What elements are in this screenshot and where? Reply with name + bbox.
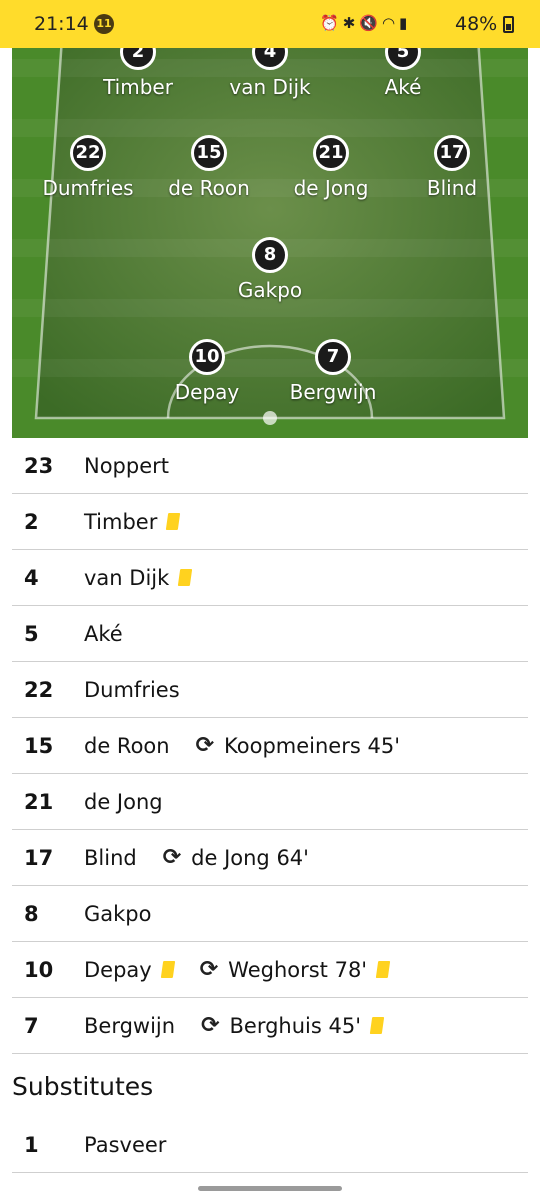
player-name: Depay — [84, 957, 152, 982]
lineup-row[interactable]: 10 Depay ⟳ Weghorst 78' — [12, 942, 528, 998]
substitution-icon: ⟳ — [201, 1013, 220, 1038]
lineup-row[interactable]: 17 Blind ⟳ de Jong 64' — [12, 830, 528, 886]
home-indicator[interactable] — [198, 1186, 342, 1191]
player-name: de Jong — [293, 176, 369, 200]
shirt-number: 10 — [24, 957, 54, 982]
status-time: 21:14 — [34, 13, 89, 35]
player-name: Noppert — [84, 453, 170, 478]
shirt-number: 23 — [24, 453, 54, 478]
substitute-name: Berghuis 45' — [229, 1013, 362, 1038]
player-number-badge: 5 — [385, 48, 421, 70]
player-name: Gakpo — [84, 901, 152, 926]
status-bar: 21:14 11 ⏰✱🔇◠▮ 48% — [0, 0, 540, 48]
lineup-row[interactable]: 4 van Dijk — [12, 550, 528, 606]
shirt-number: 22 — [24, 677, 54, 702]
player-name: van Dijk — [84, 565, 170, 590]
player-name: Blind — [84, 845, 137, 870]
player-number-badge: 17 — [434, 135, 470, 171]
player-name: de Roon — [84, 733, 170, 758]
player-name: Dumfries — [42, 176, 134, 200]
yellow-card-icon — [178, 569, 193, 586]
lineup-row[interactable]: 5 Aké — [12, 606, 528, 662]
player-name: Blind — [426, 176, 478, 200]
status-icons: ⏰✱🔇◠▮ — [320, 14, 411, 32]
shirt-number: 7 — [24, 1013, 39, 1038]
shirt-number: 15 — [24, 733, 54, 758]
lineup-row[interactable]: 2 Timber — [12, 494, 528, 550]
shirt-number: 5 — [24, 621, 39, 646]
player-name: de Roon — [168, 176, 250, 200]
substitution-icon: ⟳ — [195, 733, 215, 758]
substitutes-list: 1 Pasveer — [12, 1117, 528, 1173]
substitute-name: de Jong 64' — [191, 845, 309, 870]
substitution-icon: ⟳ — [199, 957, 219, 982]
wifi-icon: ◠ — [381, 14, 400, 32]
player-number-badge: 7 — [315, 339, 351, 375]
formation-pitch: 2 Timber 4 van Dijk 5 Aké 22 Dumfries 15… — [12, 48, 528, 438]
player-number-badge: 4 — [252, 48, 288, 70]
pitch-player[interactable]: 2 Timber — [78, 48, 198, 99]
pitch-player[interactable]: 8 Gakpo — [210, 237, 330, 302]
shirt-number: 2 — [24, 509, 39, 534]
player-name: Aké — [84, 621, 123, 646]
shirt-number: 17 — [24, 845, 54, 870]
substitutes-heading: Substitutes — [12, 1072, 154, 1101]
yellow-card-icon — [369, 1017, 385, 1034]
lineup-row[interactable]: 7 Bergwijn ⟳ Berghuis 45' — [12, 998, 528, 1054]
player-name: Timber — [103, 75, 173, 99]
substitute-name: Weghorst 78' — [228, 957, 368, 982]
shirt-number: 1 — [24, 1132, 39, 1157]
player-number-badge: 22 — [70, 135, 106, 171]
pitch-player[interactable]: 17 Blind — [392, 135, 512, 200]
notification-count-badge: 11 — [94, 14, 114, 34]
lineup-row[interactable]: 15 de Roon ⟳ Koopmeiners 45' — [12, 718, 528, 774]
player-name: Bergwijn — [289, 380, 377, 404]
pitch-player[interactable]: 10 Depay — [147, 339, 267, 404]
player-number-badge: 21 — [313, 135, 349, 171]
player-name: Gakpo — [237, 278, 303, 302]
yellow-card-icon — [166, 513, 181, 530]
bluetooth-icon: ✱ — [342, 14, 360, 32]
player-name: Pasveer — [84, 1132, 167, 1157]
player-number-badge: 2 — [120, 48, 156, 70]
player-number-badge: 10 — [189, 339, 225, 375]
pitch-player[interactable]: 5 Aké — [343, 48, 463, 99]
player-name: van Dijk — [229, 75, 311, 99]
lineup-row[interactable]: 21 de Jong — [12, 774, 528, 830]
shirt-number: 8 — [24, 901, 39, 926]
alarm-icon: ⏰ — [320, 14, 343, 32]
player-number-badge: 15 — [191, 135, 227, 171]
substitute-name: Koopmeiners 45' — [224, 733, 400, 758]
substitute-row[interactable]: 1 Pasveer — [12, 1117, 528, 1173]
battery-icon — [503, 16, 514, 33]
signal-icon: ▮ — [399, 14, 412, 32]
lineup-row[interactable]: 23 Noppert — [12, 438, 528, 494]
battery-percent: 48% — [455, 13, 498, 35]
pitch-player[interactable]: 15 de Roon — [149, 135, 269, 200]
shirt-number: 21 — [24, 789, 54, 814]
player-name: Dumfries — [84, 677, 180, 702]
yellow-card-icon — [160, 961, 175, 978]
player-name: Aké — [384, 75, 422, 99]
pitch-player[interactable]: 21 de Jong — [271, 135, 391, 200]
yellow-card-icon — [375, 961, 391, 978]
player-name: Bergwijn — [84, 1013, 176, 1038]
mute-icon: 🔇 — [359, 14, 382, 32]
pitch-player[interactable]: 22 Dumfries — [28, 135, 148, 200]
lineup-list: 23 Noppert 2 Timber 4 van Dijk 5 Aké 22 … — [12, 438, 528, 1054]
pitch-player[interactable]: 7 Bergwijn — [273, 339, 393, 404]
pitch-player[interactable]: 4 van Dijk — [210, 48, 330, 99]
lineup-row[interactable]: 8 Gakpo — [12, 886, 528, 942]
substitution-icon: ⟳ — [162, 845, 182, 870]
player-name: Timber — [84, 509, 158, 534]
player-name: de Jong — [84, 789, 163, 814]
player-number-badge: 8 — [252, 237, 288, 273]
lineup-row[interactable]: 22 Dumfries — [12, 662, 528, 718]
shirt-number: 4 — [24, 565, 39, 590]
player-name: Depay — [174, 380, 240, 404]
